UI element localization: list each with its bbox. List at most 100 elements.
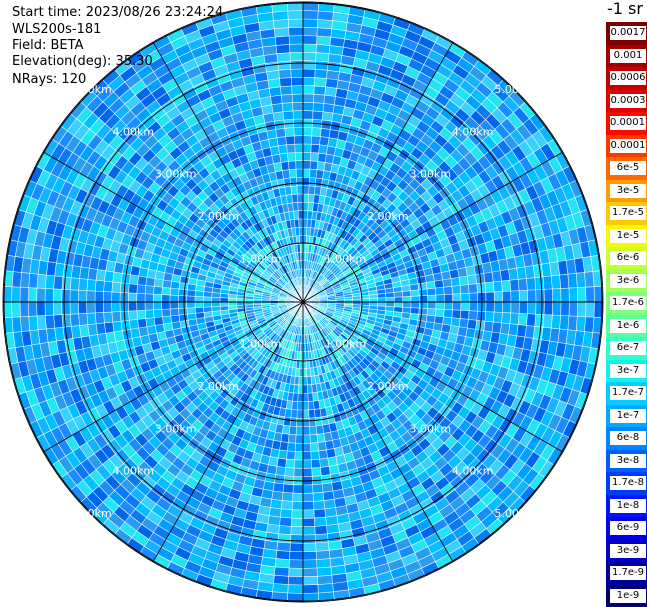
ppi-cell [443,309,453,318]
colorbar-tick-label: 6e-8 [610,431,646,446]
ppi-cell [309,177,316,186]
ppi-cell [584,271,594,287]
ppi-cell [303,210,308,219]
ppi-cell [293,110,303,119]
ring-label: 2.00km [367,210,409,223]
ppi-cell [145,285,154,295]
ppi-cell [257,12,274,23]
ppi-cell [309,426,317,435]
colorbar-tick-label: 6e-7 [610,341,646,356]
ppi-cell [452,285,461,294]
ppi-cell [275,466,286,476]
ppi-cell [290,177,297,186]
ppi-cell [30,330,40,345]
ppi-cell [87,279,96,292]
ppi-cell [303,227,307,236]
ppi-cell [332,573,348,584]
ppi-cell [303,219,308,228]
ppi-cell [40,246,51,262]
ppi-cell [137,318,147,328]
ppi-cell [36,288,45,302]
ppi-cell [276,53,291,62]
ppi-cell [279,441,289,451]
ppi-cell [519,290,528,302]
ppi-cell [303,135,312,144]
ppi-cell [317,11,334,21]
ppi-cell [303,543,317,552]
ppi-cell [303,110,313,119]
ppi-cell [574,257,585,273]
ppi-cell [303,185,309,194]
ppi-cell [316,44,330,54]
ppi-cell [442,316,452,326]
ppi-cell [106,260,116,272]
ppi-cell [287,2,303,11]
colorbar-tick-label: 6e-6 [610,251,646,266]
ppi-cell [29,273,38,288]
ppi-cell [335,505,348,516]
ppi-cell [536,302,545,315]
ppi-cell [128,302,137,312]
ppi-cell [292,493,303,502]
ppi-cell [309,169,317,178]
ppi-cell [259,573,275,584]
ppi-cell [296,185,303,194]
ppi-cell [331,565,346,575]
ppi-cell [443,286,453,295]
ppi-cell [64,338,75,353]
ppi-cell [3,302,12,318]
ppi-cell [161,294,170,302]
ppi-cell [459,318,469,328]
ppi-cell [281,94,293,104]
ppi-cell [297,410,303,419]
ppi-cell [292,501,303,510]
ppi-cell [547,341,558,356]
ppi-cell [303,69,315,78]
colorbar-tick-label: 1e-7 [610,408,646,423]
ppi-cell [290,543,303,552]
ppi-cell [78,290,87,302]
ppi-cell [21,331,32,347]
ppi-cell [256,514,270,524]
ppi-cell [289,35,303,44]
ppi-cell [88,268,98,281]
ppi-cell [28,302,37,317]
ppi-cell [303,169,310,178]
ppi-cell [411,295,420,302]
ppi-cell [264,540,278,550]
ppi-cell [318,145,328,154]
ppi-cell [525,265,535,279]
ppi-cell [254,522,268,532]
ppi-cell [273,575,289,585]
ppi-cell [298,385,303,394]
ppi-cell [303,2,319,11]
ppi-cell [294,135,303,144]
colorbar-tick-label: 1.7e-7 [610,386,646,401]
ppi-cell [266,70,280,80]
ppi-cell [262,549,277,559]
ppi-cell [62,277,71,290]
ppi-cell [278,69,291,79]
ppi-cell [289,44,303,53]
ppi-cell [13,331,24,348]
colorbar-tick-label: 1.7e-8 [610,476,646,491]
ppi-cell [485,282,494,293]
ppi-cell [45,288,54,302]
ppi-cell [313,86,326,95]
ppi-cell [517,324,527,337]
ppi-cell [303,94,314,103]
ppi-cell [285,136,295,145]
ppi-cell [444,294,453,302]
ppi-cell [111,292,120,302]
ppi-cell [249,495,262,506]
ppi-cell [340,55,355,66]
ppi-cell [170,295,179,302]
ppi-cell [70,302,79,315]
ppi-cell [249,47,264,58]
ppi-cell [544,302,553,315]
ppi-cell [469,302,478,311]
ppi-cell [501,312,511,324]
ppi-cell [533,326,543,340]
ppi-cell [558,329,568,344]
ppi-cell [315,61,328,70]
